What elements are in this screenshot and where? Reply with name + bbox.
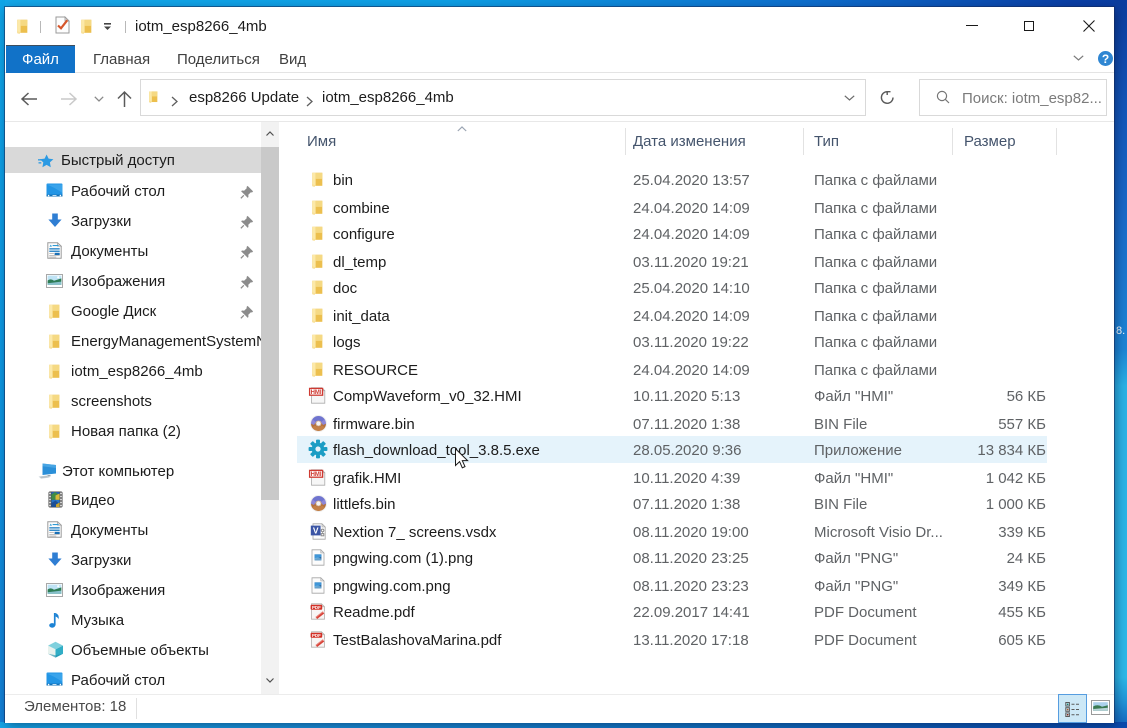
svg-text:V: V [313,525,319,535]
svg-text:HMI: HMI [311,472,322,478]
svg-text:PDF: PDF [312,633,321,638]
svg-text:HMI: HMI [311,390,322,396]
svg-text:PDF: PDF [312,605,321,610]
